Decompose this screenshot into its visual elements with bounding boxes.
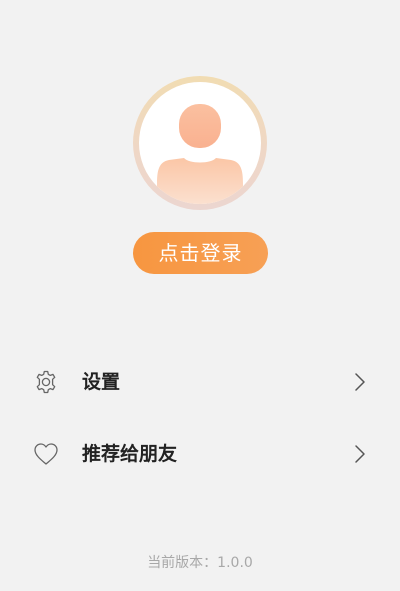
chevron-right-icon	[355, 373, 365, 391]
gear-icon	[36, 370, 56, 394]
menu-item-settings[interactable]: 设置	[0, 354, 400, 410]
user-avatar-icon	[157, 104, 243, 204]
avatar[interactable]	[133, 76, 267, 210]
login-button[interactable]: 点击登录	[133, 232, 268, 274]
version-label: 当前版本：1.0.0	[147, 555, 253, 571]
menu-item-recommend[interactable]: 推荐给朋友	[0, 426, 400, 482]
menu-item-label: 设置	[82, 371, 121, 393]
menu-item-label: 推荐给朋友	[82, 443, 178, 465]
heart-icon	[34, 443, 58, 465]
avatar-image	[139, 82, 261, 204]
chevron-right-icon	[355, 445, 365, 463]
